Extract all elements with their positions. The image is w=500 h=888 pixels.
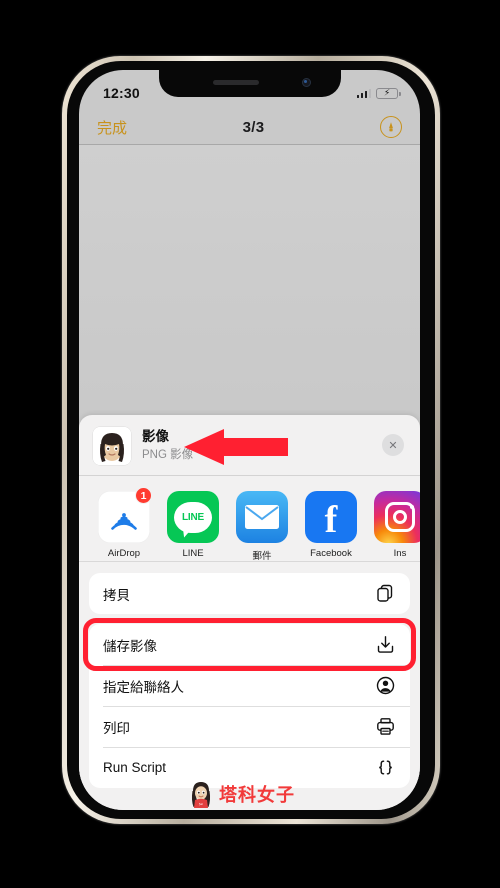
share-app-instagram[interactable]: Ins [373,491,420,559]
navigation-bar: 完成 3/3 [79,110,420,145]
share-sheet: 影像 PNG 影像 ✕ 1 AirDrop LINE LINE 郵件 f Fac… [79,415,420,810]
action-row-save-image[interactable]: 儲存影像 [89,624,410,665]
share-app-label: AirDrop [107,548,141,559]
phone-notch [158,70,341,97]
action-row-run-script[interactable]: Run Script [89,747,410,788]
share-app-mail[interactable]: 郵件 [235,491,289,562]
action-group-2-wrapper: 儲存影像 指定給聯絡人 列印 Run Script [83,618,416,788]
share-app-line[interactable]: LINE LINE [166,491,220,559]
battery-charging-icon: ⚡ [376,87,401,99]
action-row-assign-contact[interactable]: 指定給聯絡人 [89,665,410,706]
run-script-icon [375,757,396,778]
copy-icon [375,583,396,604]
page-title: 3/3 [242,118,265,136]
memoji-thumbnail [93,426,131,465]
share-app-airdrop[interactable]: 1 AirDrop [97,487,152,559]
action-label: 拷貝 [103,587,130,603]
share-actions: 拷貝 儲存影像 指定給聯絡人 列印 Run Script [79,562,420,788]
status-time: 12:30 [103,85,140,101]
action-label: Run Script [103,760,167,775]
front-camera [301,78,311,87]
facebook-icon: f [305,491,357,543]
screenshot-stage: 12:30 ⚡ 完成 3/3 影像 PNG 影像 ✕ 1 AirDrop LIN… [0,0,500,888]
share-app-facebook[interactable]: f Facebook [304,491,358,559]
share-app-label: LINE [182,548,204,559]
instagram-icon [374,491,420,543]
action-row-copy[interactable]: 拷貝 [89,573,410,614]
share-app-label: Ins [393,548,407,559]
action-group-1: 拷貝 [89,573,410,614]
svg-text:✂: ✂ [199,802,203,808]
airdrop-badge: 1 [135,487,152,504]
status-indicators: ⚡ [356,87,401,99]
mail-icon [236,491,288,543]
action-row-print[interactable]: 列印 [89,706,410,747]
red-left-arrow [184,429,288,465]
action-group-2: 儲存影像 指定給聯絡人 列印 Run Script [89,624,410,788]
close-icon[interactable]: ✕ [382,434,404,456]
assign-contact-icon [375,675,396,696]
markup-pen-icon[interactable] [380,116,402,138]
share-app-label: Facebook [310,548,352,559]
share-app-row[interactable]: 1 AirDrop LINE LINE 郵件 f Facebook Ins [79,476,420,562]
done-button[interactable]: 完成 [97,117,127,138]
action-label: 指定給聯絡人 [103,679,184,695]
save-image-icon [375,634,396,655]
action-label: 儲存影像 [103,638,157,654]
action-label: 列印 [103,720,130,736]
share-app-label: 郵件 [252,551,272,562]
speaker-grille [212,80,259,85]
cellular-signal-icon [356,88,371,98]
line-icon: LINE [167,491,219,543]
print-icon [375,716,396,737]
